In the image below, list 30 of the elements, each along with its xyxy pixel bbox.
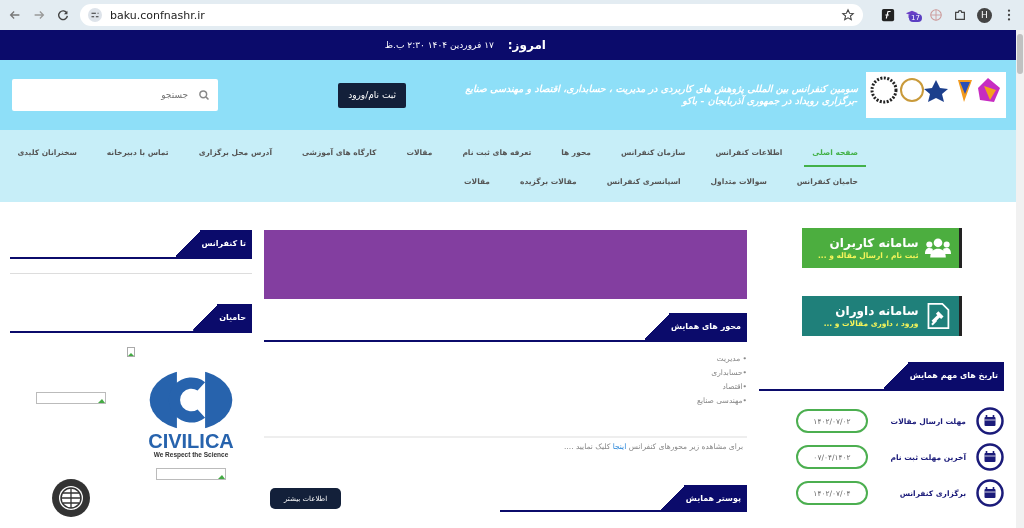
section-heading: محور های همایش	[644, 313, 747, 340]
reload-icon[interactable]	[56, 8, 70, 22]
calendar-icon	[976, 407, 1004, 435]
broken-image-icon	[127, 347, 135, 357]
section-heading: تاریخ های مهم همایش	[883, 362, 1004, 389]
section-heading: پوستر همایش	[659, 485, 747, 512]
profile-avatar[interactable]: H	[977, 7, 992, 23]
calendar-icon	[976, 479, 1004, 507]
section-heading: تا کنفرانس	[175, 230, 252, 257]
globe-seal-icon	[51, 478, 91, 518]
login-button[interactable]: ثبت نام/ورود	[338, 82, 406, 108]
section-heading: حامیان	[193, 304, 252, 331]
today-date: ۱۷ فروردین ۱۴۰۴ ۲:۳۰ ب.ظ	[384, 40, 494, 50]
star-icon[interactable]	[841, 8, 855, 22]
calendar-icon	[976, 443, 1004, 471]
card-title: سامانه کاربران	[828, 236, 919, 251]
conference-title: سومین کنفرانس بین المللی پژوهش های کاربردی در مدیریت ، حسابداری، اقتصاد و مهندسی صنایع -برگزاری رویداد در جمهوری آذربایجان - باکو	[464, 83, 858, 107]
today-label: امروز:	[507, 38, 546, 52]
site-info-icon[interactable]	[88, 8, 102, 22]
logo-wordmark: CIVILICA	[148, 431, 234, 451]
back-icon[interactable]	[8, 8, 22, 22]
civilica-logo-icon	[148, 369, 234, 431]
broken-image-icon	[36, 392, 106, 404]
search-icon	[198, 89, 210, 101]
broken-image-icon	[156, 468, 226, 480]
address-bar[interactable]: baku.confnashr.ir	[80, 4, 863, 26]
extension-icon[interactable]	[881, 8, 895, 22]
search-field[interactable]: جستجو	[12, 79, 218, 111]
puzzle-icon[interactable]	[953, 8, 967, 22]
card-title: سامانه داوران	[834, 304, 919, 319]
